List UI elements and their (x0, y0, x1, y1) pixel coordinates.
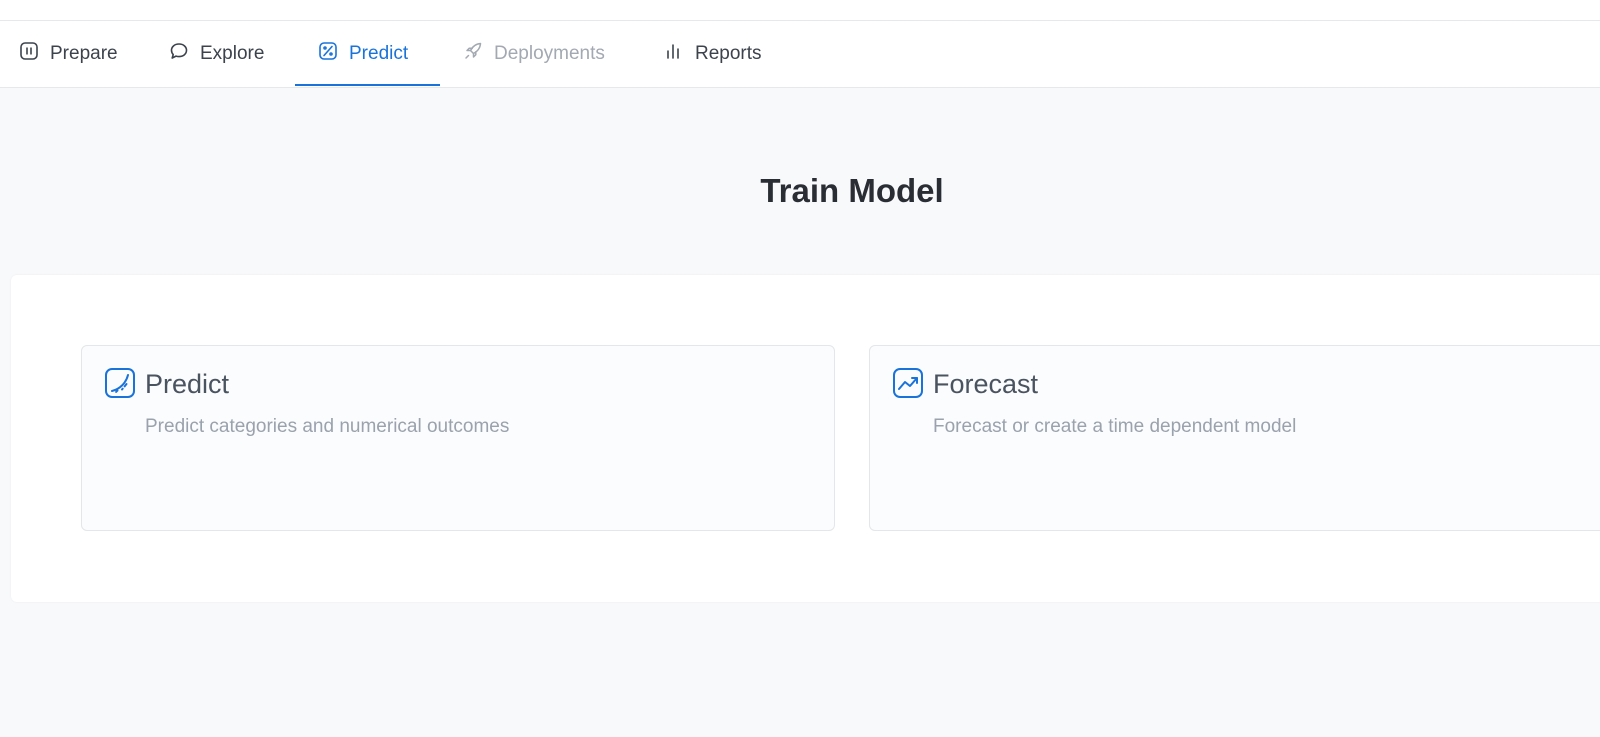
chat-bubble-icon (169, 41, 189, 67)
rocket-icon (463, 41, 483, 67)
forecast-card[interactable]: Forecast Forecast or create a time depen… (869, 345, 1600, 531)
active-tab-indicator (295, 84, 440, 86)
tab-explore[interactable]: Explore (169, 21, 264, 87)
top-bar (0, 0, 1600, 21)
pause-square-icon (19, 41, 39, 67)
card-description: Forecast or create a time dependent mode… (933, 416, 1297, 437)
predict-icon (104, 367, 136, 399)
tab-label: Reports (695, 43, 762, 64)
tab-reports[interactable]: Reports (664, 21, 762, 87)
bar-chart-icon (664, 41, 684, 67)
page-title: Train Model (760, 172, 944, 209)
card-description: Predict categories and numerical outcome… (145, 416, 510, 437)
tab-predict[interactable]: Predict (318, 21, 408, 87)
trend-line-icon (892, 367, 924, 399)
predict-icon (318, 41, 338, 67)
tab-prepare[interactable]: Prepare (19, 21, 118, 87)
tab-deployments[interactable]: Deployments (463, 21, 605, 87)
tab-label: Predict (349, 43, 409, 64)
card-title: Predict (145, 369, 230, 399)
card-title: Forecast (933, 369, 1039, 399)
tab-bar: Prepare Explore Predict Deployments Repo… (0, 21, 1600, 88)
tab-label: Deployments (494, 43, 605, 64)
predict-card[interactable]: Predict Predict categories and numerical… (81, 345, 835, 531)
tab-label: Explore (200, 43, 265, 64)
tab-label: Prepare (50, 43, 118, 64)
